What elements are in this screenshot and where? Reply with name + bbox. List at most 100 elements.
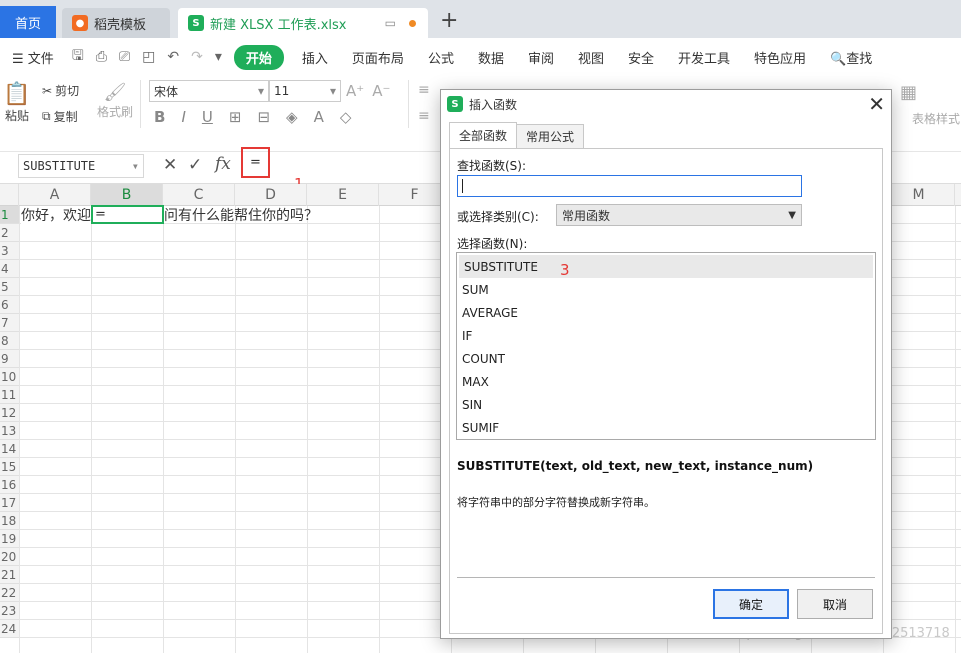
function-item-sin[interactable]: SIN xyxy=(457,393,875,416)
tab-home[interactable]: 首页 xyxy=(0,6,56,38)
close-icon[interactable]: ✕ xyxy=(868,92,885,116)
row-header[interactable]: 8 xyxy=(0,332,19,350)
align-left-icon[interactable]: ≡ xyxy=(418,108,430,124)
row-header[interactable]: 5 xyxy=(0,278,19,296)
italic-icon[interactable]: I xyxy=(181,108,185,126)
bold-icon[interactable]: B xyxy=(154,108,165,126)
menu-view[interactable]: 视图 xyxy=(566,48,616,67)
fill-color-icon[interactable]: ◈ xyxy=(286,108,298,126)
select-all-corner[interactable] xyxy=(0,184,19,206)
insert-function-fx-icon[interactable]: fx xyxy=(215,154,231,174)
redo-icon[interactable]: ↷ xyxy=(185,49,209,65)
row-header[interactable]: 11 xyxy=(0,386,19,404)
column-header-c[interactable]: C xyxy=(163,184,235,206)
active-cell-b1[interactable]: = xyxy=(91,205,164,224)
menu-security[interactable]: 安全 xyxy=(616,48,666,67)
undo-icon[interactable]: ↶ xyxy=(161,49,185,65)
copy-button[interactable]: ⧉ 复制 xyxy=(42,108,78,125)
cancel-button[interactable]: 取消 xyxy=(797,589,873,619)
font-size-select[interactable]: 11 ▾ xyxy=(269,80,341,102)
new-tab-plus-icon[interactable]: + xyxy=(440,8,458,33)
paste-button[interactable]: 📋 粘贴 xyxy=(0,82,34,124)
column-header-e[interactable]: E xyxy=(307,184,379,206)
row-header[interactable]: 22 xyxy=(0,584,19,602)
ok-button[interactable]: 确定 xyxy=(713,589,789,619)
underline-icon[interactable]: U xyxy=(202,108,213,126)
font-shrink-icon[interactable]: A⁻ xyxy=(372,82,390,100)
row-header[interactable]: 6 xyxy=(0,296,19,314)
row-header[interactable]: 16 xyxy=(0,476,19,494)
menu-insert[interactable]: 插入 xyxy=(290,48,340,67)
menu-formula[interactable]: 公式 xyxy=(416,48,466,67)
cut-button[interactable]: ✂ 剪切 xyxy=(42,82,79,99)
cancel-formula-icon[interactable]: ✕ xyxy=(163,155,177,175)
function-item-max[interactable]: MAX xyxy=(457,370,875,393)
row-header[interactable]: 21 xyxy=(0,566,19,584)
menu-data[interactable]: 数据 xyxy=(466,48,516,67)
menu-search[interactable]: 🔍查找 xyxy=(818,48,884,67)
function-item-sumif[interactable]: SUMIF xyxy=(457,416,875,439)
column-header-m[interactable]: M xyxy=(883,184,955,206)
function-item-average[interactable]: AVERAGE xyxy=(457,301,875,324)
formula-input[interactable]: = xyxy=(241,147,270,178)
tab-daoke-templates[interactable]: ● 稻壳模板 xyxy=(62,8,170,38)
function-item-if[interactable]: IF xyxy=(457,324,875,347)
row-header[interactable]: 10 xyxy=(0,368,19,386)
row-header[interactable]: 20 xyxy=(0,548,19,566)
border-icon[interactable]: ⊞ xyxy=(229,108,242,126)
tab-workbook[interactable]: S 新建 XLSX 工作表.xlsx ▭ xyxy=(178,8,428,38)
cell-a1[interactable]: 你好，欢迎 xyxy=(21,206,91,224)
row-header[interactable]: 14 xyxy=(0,440,19,458)
name-box[interactable]: SUBSTITUTE ▾ xyxy=(18,154,144,178)
align-top-icon[interactable]: ≡ xyxy=(418,82,430,98)
font-color-icon[interactable]: A xyxy=(314,108,324,126)
row-header[interactable]: 18 xyxy=(0,512,19,530)
column-header-a[interactable]: A xyxy=(19,184,91,206)
dialog-titlebar[interactable]: S 插入函数 xyxy=(441,90,891,118)
merge-icon[interactable]: ⊟ xyxy=(257,108,270,126)
tab-all-functions[interactable]: 全部函数 xyxy=(449,122,518,148)
row-header[interactable]: 24 xyxy=(0,620,19,638)
eraser-icon[interactable]: ◇ xyxy=(340,108,352,126)
confirm-formula-icon[interactable]: ✓ xyxy=(188,155,202,175)
row-header[interactable]: 7 xyxy=(0,314,19,332)
row-header[interactable]: 19 xyxy=(0,530,19,548)
cell-c1[interactable]: 问有什么能帮住你的吗？ xyxy=(164,206,344,224)
table-style-button[interactable]: 表格样式 xyxy=(912,110,960,127)
menu-developer[interactable]: 开发工具 xyxy=(666,48,742,67)
row-header[interactable]: 1 xyxy=(0,206,19,224)
function-list[interactable]: SUBSTITUTE SUM AVERAGE IF COUNT MAX SIN … xyxy=(456,252,876,440)
save-icon[interactable]: 🖫 xyxy=(66,45,90,69)
menu-start[interactable]: 开始 xyxy=(233,44,284,70)
row-header[interactable]: 15 xyxy=(0,458,19,476)
dropdown-icon[interactable]: ▾ xyxy=(209,49,228,65)
search-function-input[interactable] xyxy=(457,175,802,197)
print-preview-icon[interactable]: ⎚ xyxy=(113,49,136,65)
function-item-sum[interactable]: SUM xyxy=(457,278,875,301)
print-icon[interactable]: ⎙ xyxy=(90,49,113,65)
font-name-select[interactable]: 宋体 ▾ xyxy=(149,80,269,102)
font-grow-icon[interactable]: A⁺ xyxy=(346,82,364,100)
row-header[interactable]: 13 xyxy=(0,422,19,440)
row-header[interactable]: 3 xyxy=(0,242,19,260)
column-header-b[interactable]: B xyxy=(91,184,163,206)
row-header[interactable]: 23 xyxy=(0,602,19,620)
function-item-substitute[interactable]: SUBSTITUTE xyxy=(459,255,873,278)
preview-icon[interactable]: ◰ xyxy=(136,49,161,65)
table-style-icon[interactable]: ▦ xyxy=(900,82,917,103)
row-header[interactable]: 17 xyxy=(0,494,19,512)
tab-common-formulas[interactable]: 常用公式 xyxy=(516,124,585,148)
menu-page-layout[interactable]: 页面布局 xyxy=(340,48,416,67)
function-item-count[interactable]: COUNT xyxy=(457,347,875,370)
menu-review[interactable]: 审阅 xyxy=(516,48,566,67)
column-header-d[interactable]: D xyxy=(235,184,307,206)
row-header[interactable]: 12 xyxy=(0,404,19,422)
menu-file[interactable]: ☰ 文件 xyxy=(0,48,66,67)
menu-features[interactable]: 特色应用 xyxy=(742,48,818,67)
row-header[interactable]: 2 xyxy=(0,224,19,242)
row-header[interactable]: 9 xyxy=(0,350,19,368)
row-header[interactable]: 4 xyxy=(0,260,19,278)
format-painter-button[interactable]: 🖌 格式刷 xyxy=(96,82,134,120)
screen-icon[interactable]: ▭ xyxy=(385,16,396,30)
category-select[interactable]: 常用函数 ▼ xyxy=(556,204,802,226)
